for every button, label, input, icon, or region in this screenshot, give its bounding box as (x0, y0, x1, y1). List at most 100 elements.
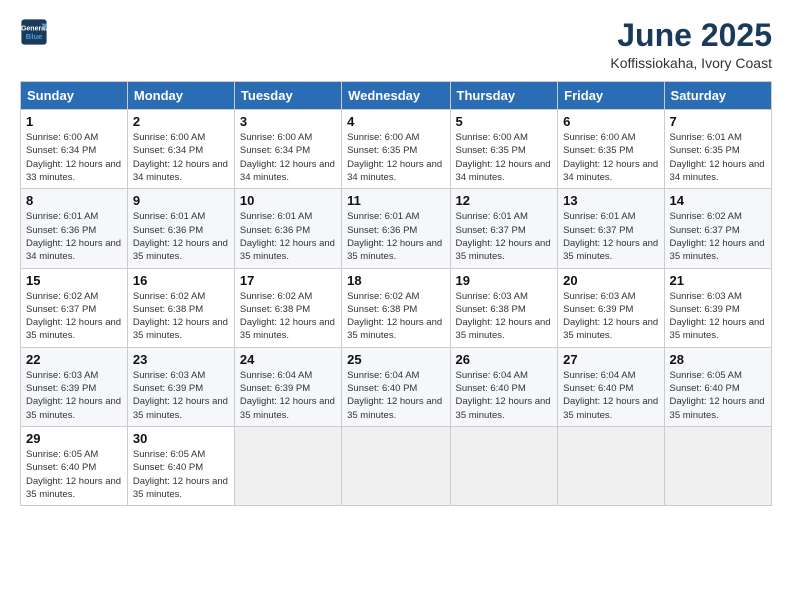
day-info: Sunrise: 6:00 AMSunset: 6:34 PMDaylight:… (26, 132, 121, 183)
day-info: Sunrise: 6:03 AMSunset: 6:39 PMDaylight:… (133, 370, 228, 421)
weekday-header-row: Sunday Monday Tuesday Wednesday Thursday… (21, 82, 772, 110)
day-info: Sunrise: 6:02 AMSunset: 6:38 PMDaylight:… (133, 291, 228, 342)
day-number: 29 (26, 431, 122, 446)
day-info: Sunrise: 6:00 AMSunset: 6:35 PMDaylight:… (347, 132, 442, 183)
day-number: 25 (347, 352, 444, 367)
day-info: Sunrise: 6:03 AMSunset: 6:39 PMDaylight:… (26, 370, 121, 421)
day-info: Sunrise: 6:01 AMSunset: 6:36 PMDaylight:… (133, 211, 228, 262)
svg-text:Blue: Blue (26, 32, 43, 41)
page: General Blue June 2025 Koffissiokaha, Iv… (0, 0, 792, 612)
table-row: 28 Sunrise: 6:05 AMSunset: 6:40 PMDaylig… (664, 347, 771, 426)
day-info: Sunrise: 6:04 AMSunset: 6:39 PMDaylight:… (240, 370, 335, 421)
day-info: Sunrise: 6:02 AMSunset: 6:37 PMDaylight:… (670, 211, 765, 262)
month-title: June 2025 (610, 18, 772, 53)
table-row: 27 Sunrise: 6:04 AMSunset: 6:40 PMDaylig… (558, 347, 664, 426)
day-info: Sunrise: 6:01 AMSunset: 6:36 PMDaylight:… (347, 211, 442, 262)
logo-icon: General Blue (20, 18, 48, 46)
table-row: 29 Sunrise: 6:05 AMSunset: 6:40 PMDaylig… (21, 426, 128, 505)
table-row: 19 Sunrise: 6:03 AMSunset: 6:38 PMDaylig… (450, 268, 558, 347)
table-row: 16 Sunrise: 6:02 AMSunset: 6:38 PMDaylig… (127, 268, 234, 347)
day-info: Sunrise: 6:05 AMSunset: 6:40 PMDaylight:… (670, 370, 765, 421)
table-row: 4 Sunrise: 6:00 AMSunset: 6:35 PMDayligh… (342, 110, 450, 189)
day-number: 12 (456, 193, 553, 208)
day-info: Sunrise: 6:00 AMSunset: 6:35 PMDaylight:… (456, 132, 551, 183)
day-number: 30 (133, 431, 229, 446)
calendar-row: 29 Sunrise: 6:05 AMSunset: 6:40 PMDaylig… (21, 426, 772, 505)
day-info: Sunrise: 6:03 AMSunset: 6:39 PMDaylight:… (563, 291, 658, 342)
day-number: 7 (670, 114, 766, 129)
table-row: 11 Sunrise: 6:01 AMSunset: 6:36 PMDaylig… (342, 189, 450, 268)
day-number: 5 (456, 114, 553, 129)
table-row: 1 Sunrise: 6:00 AMSunset: 6:34 PMDayligh… (21, 110, 128, 189)
header-saturday: Saturday (664, 82, 771, 110)
calendar-table: Sunday Monday Tuesday Wednesday Thursday… (20, 81, 772, 506)
header-tuesday: Tuesday (234, 82, 341, 110)
table-row: 23 Sunrise: 6:03 AMSunset: 6:39 PMDaylig… (127, 347, 234, 426)
day-info: Sunrise: 6:00 AMSunset: 6:34 PMDaylight:… (133, 132, 228, 183)
day-info: Sunrise: 6:01 AMSunset: 6:35 PMDaylight:… (670, 132, 765, 183)
location: Koffissiokaha, Ivory Coast (610, 55, 772, 71)
calendar-row: 1 Sunrise: 6:00 AMSunset: 6:34 PMDayligh… (21, 110, 772, 189)
header-thursday: Thursday (450, 82, 558, 110)
day-number: 3 (240, 114, 336, 129)
day-info: Sunrise: 6:04 AMSunset: 6:40 PMDaylight:… (456, 370, 551, 421)
header-wednesday: Wednesday (342, 82, 450, 110)
day-number: 18 (347, 273, 444, 288)
table-row: 6 Sunrise: 6:00 AMSunset: 6:35 PMDayligh… (558, 110, 664, 189)
day-number: 28 (670, 352, 766, 367)
day-info: Sunrise: 6:01 AMSunset: 6:37 PMDaylight:… (563, 211, 658, 262)
day-info: Sunrise: 6:02 AMSunset: 6:38 PMDaylight:… (240, 291, 335, 342)
table-row (342, 426, 450, 505)
day-number: 24 (240, 352, 336, 367)
calendar-row: 8 Sunrise: 6:01 AMSunset: 6:36 PMDayligh… (21, 189, 772, 268)
table-row: 24 Sunrise: 6:04 AMSunset: 6:39 PMDaylig… (234, 347, 341, 426)
table-row: 22 Sunrise: 6:03 AMSunset: 6:39 PMDaylig… (21, 347, 128, 426)
day-number: 10 (240, 193, 336, 208)
day-number: 1 (26, 114, 122, 129)
table-row: 10 Sunrise: 6:01 AMSunset: 6:36 PMDaylig… (234, 189, 341, 268)
table-row: 18 Sunrise: 6:02 AMSunset: 6:38 PMDaylig… (342, 268, 450, 347)
day-number: 27 (563, 352, 658, 367)
day-number: 13 (563, 193, 658, 208)
table-row (558, 426, 664, 505)
day-number: 8 (26, 193, 122, 208)
day-info: Sunrise: 6:01 AMSunset: 6:37 PMDaylight:… (456, 211, 551, 262)
day-info: Sunrise: 6:05 AMSunset: 6:40 PMDaylight:… (26, 449, 121, 500)
day-number: 15 (26, 273, 122, 288)
table-row: 14 Sunrise: 6:02 AMSunset: 6:37 PMDaylig… (664, 189, 771, 268)
header-monday: Monday (127, 82, 234, 110)
table-row (664, 426, 771, 505)
table-row: 2 Sunrise: 6:00 AMSunset: 6:34 PMDayligh… (127, 110, 234, 189)
table-row: 7 Sunrise: 6:01 AMSunset: 6:35 PMDayligh… (664, 110, 771, 189)
table-row: 17 Sunrise: 6:02 AMSunset: 6:38 PMDaylig… (234, 268, 341, 347)
table-row: 25 Sunrise: 6:04 AMSunset: 6:40 PMDaylig… (342, 347, 450, 426)
day-number: 6 (563, 114, 658, 129)
table-row: 20 Sunrise: 6:03 AMSunset: 6:39 PMDaylig… (558, 268, 664, 347)
table-row: 30 Sunrise: 6:05 AMSunset: 6:40 PMDaylig… (127, 426, 234, 505)
title-block: June 2025 Koffissiokaha, Ivory Coast (610, 18, 772, 71)
table-row: 15 Sunrise: 6:02 AMSunset: 6:37 PMDaylig… (21, 268, 128, 347)
day-info: Sunrise: 6:03 AMSunset: 6:39 PMDaylight:… (670, 291, 765, 342)
day-info: Sunrise: 6:04 AMSunset: 6:40 PMDaylight:… (563, 370, 658, 421)
day-info: Sunrise: 6:03 AMSunset: 6:38 PMDaylight:… (456, 291, 551, 342)
header: General Blue June 2025 Koffissiokaha, Iv… (20, 18, 772, 71)
logo: General Blue (20, 18, 52, 46)
day-number: 16 (133, 273, 229, 288)
day-number: 11 (347, 193, 444, 208)
header-friday: Friday (558, 82, 664, 110)
table-row: 12 Sunrise: 6:01 AMSunset: 6:37 PMDaylig… (450, 189, 558, 268)
day-number: 14 (670, 193, 766, 208)
day-info: Sunrise: 6:01 AMSunset: 6:36 PMDaylight:… (26, 211, 121, 262)
day-info: Sunrise: 6:02 AMSunset: 6:37 PMDaylight:… (26, 291, 121, 342)
header-sunday: Sunday (21, 82, 128, 110)
day-number: 17 (240, 273, 336, 288)
day-info: Sunrise: 6:00 AMSunset: 6:35 PMDaylight:… (563, 132, 658, 183)
table-row: 21 Sunrise: 6:03 AMSunset: 6:39 PMDaylig… (664, 268, 771, 347)
day-number: 22 (26, 352, 122, 367)
day-number: 23 (133, 352, 229, 367)
day-info: Sunrise: 6:04 AMSunset: 6:40 PMDaylight:… (347, 370, 442, 421)
calendar-row: 15 Sunrise: 6:02 AMSunset: 6:37 PMDaylig… (21, 268, 772, 347)
day-number: 20 (563, 273, 658, 288)
day-number: 26 (456, 352, 553, 367)
table-row: 9 Sunrise: 6:01 AMSunset: 6:36 PMDayligh… (127, 189, 234, 268)
